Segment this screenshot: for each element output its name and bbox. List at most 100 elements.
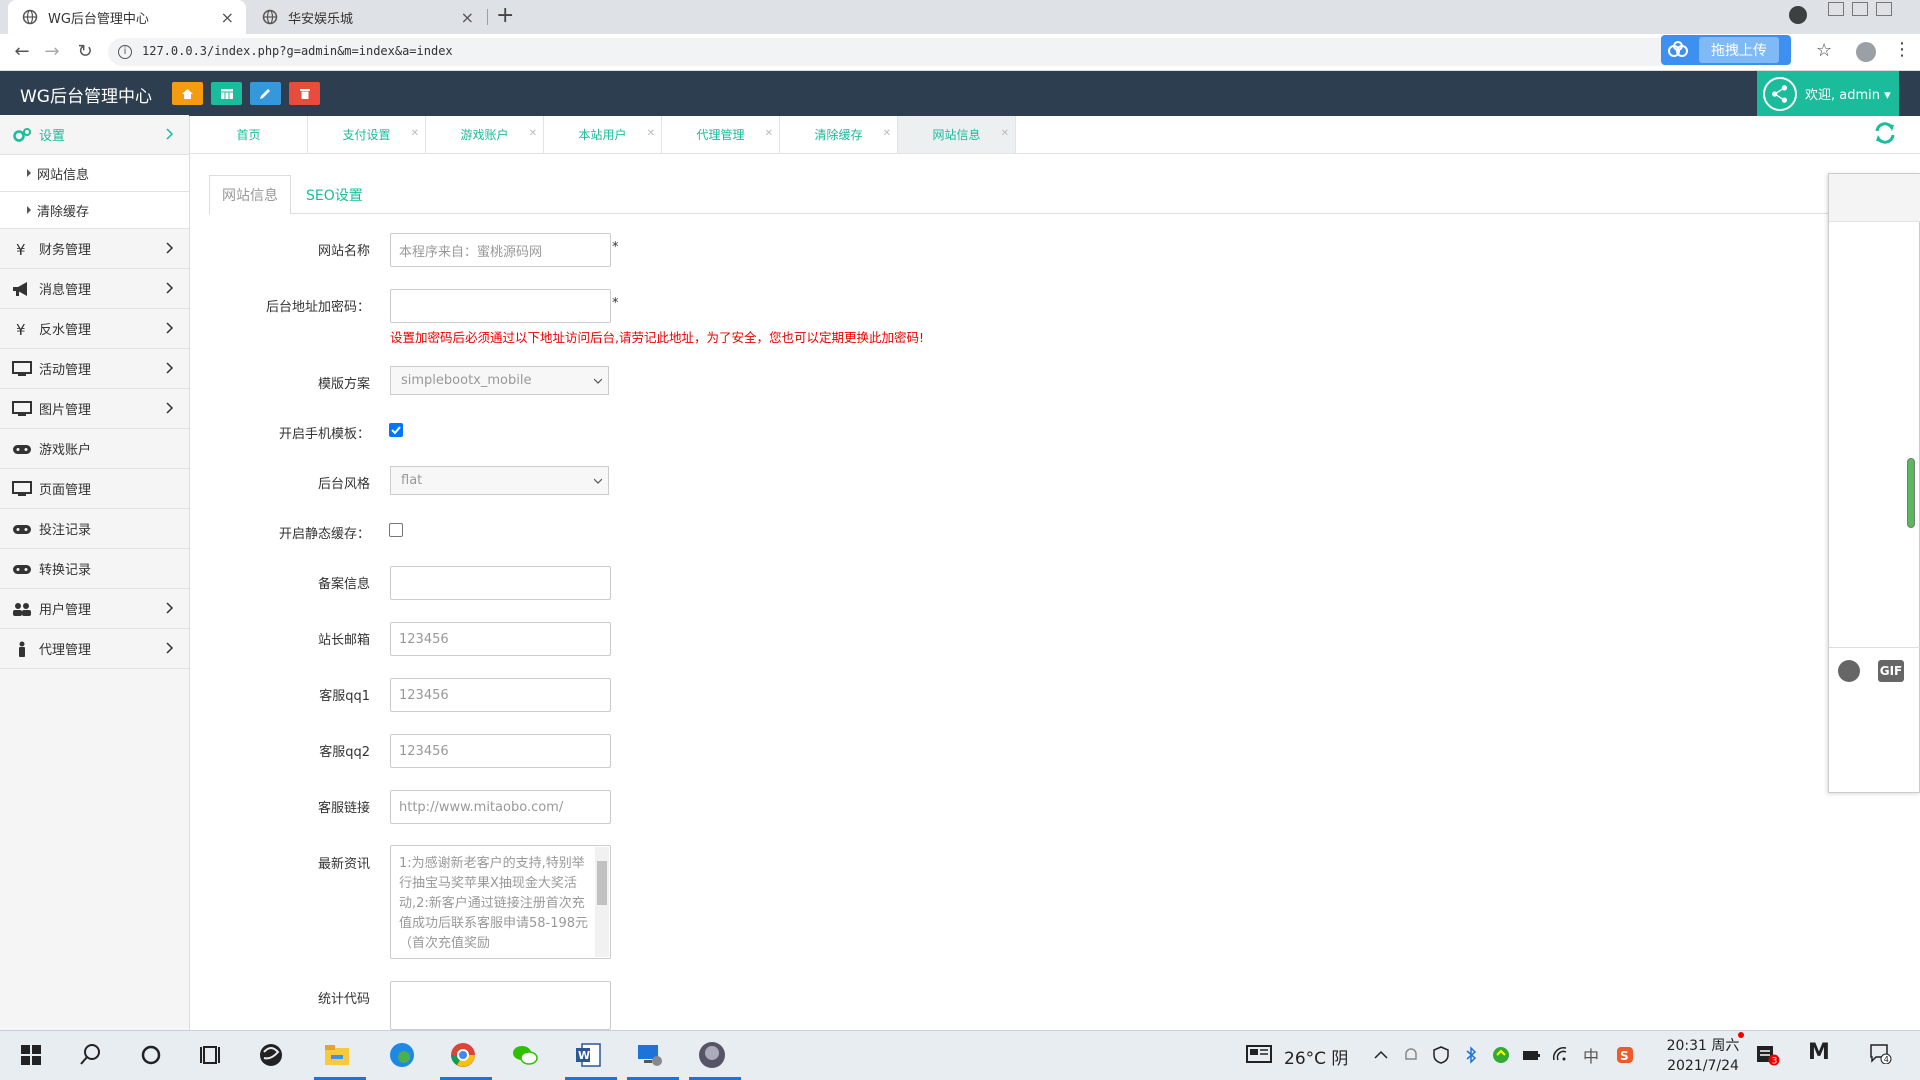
restore-icon[interactable] bbox=[1852, 2, 1868, 16]
sync-icon[interactable] bbox=[1492, 1046, 1510, 1064]
close-tab-icon[interactable]: ✕ bbox=[647, 128, 655, 139]
minimize-icon[interactable] bbox=[1828, 2, 1844, 16]
mail-badge-icon[interactable]: 3 bbox=[1756, 1044, 1780, 1066]
admin-style-select[interactable]: flat bbox=[390, 466, 609, 495]
shield-icon[interactable] bbox=[1432, 1046, 1450, 1064]
app-swirl-icon[interactable] bbox=[256, 1040, 286, 1070]
sidebar-item-agents[interactable]: 代理管理 bbox=[0, 629, 189, 669]
action-center-icon[interactable]: 4 bbox=[1870, 1044, 1892, 1064]
brand-title[interactable]: WG后台管理中心 bbox=[20, 82, 152, 107]
cortana-icon[interactable] bbox=[136, 1040, 166, 1070]
sogou-icon[interactable]: S bbox=[1616, 1046, 1634, 1064]
tab-site-info-form[interactable]: 网站信息 bbox=[209, 175, 291, 215]
sidebar-item-settings[interactable]: 设置 bbox=[0, 115, 189, 155]
sidebar-item-finance[interactable]: ¥ 财务管理 bbox=[0, 229, 189, 269]
browser-menu-icon[interactable]: ⋮ bbox=[1893, 39, 1911, 60]
wifi-icon[interactable] bbox=[1552, 1046, 1570, 1064]
new-tab-button[interactable]: + bbox=[496, 3, 514, 28]
admin-password-input[interactable] bbox=[390, 289, 611, 323]
qq2-input[interactable]: 123456 bbox=[390, 734, 611, 768]
user-menu[interactable]: 欢迎, admin ▾ bbox=[1757, 71, 1899, 116]
close-tab-icon[interactable]: × bbox=[461, 8, 474, 27]
word-icon[interactable]: W bbox=[573, 1040, 603, 1070]
file-explorer-icon[interactable] bbox=[322, 1040, 352, 1070]
search-icon[interactable] bbox=[76, 1040, 106, 1070]
bookmark-star-icon[interactable]: ☆ bbox=[1816, 40, 1832, 61]
edit-button[interactable] bbox=[250, 82, 281, 105]
close-tab-icon[interactable]: ✕ bbox=[883, 128, 891, 139]
profile-avatar-icon[interactable] bbox=[1856, 42, 1876, 62]
forward-arrow-icon[interactable]: → bbox=[42, 42, 62, 62]
mobile-template-checkbox[interactable] bbox=[389, 423, 403, 437]
email-input[interactable]: 123456 bbox=[390, 622, 611, 656]
sidebar-item-game-accounts[interactable]: 游戏账户 bbox=[0, 429, 189, 469]
window-close-icon[interactable] bbox=[1876, 2, 1892, 16]
site-name-input[interactable]: 本程序来自：蜜桃源码网 bbox=[390, 233, 611, 267]
tab-site-info[interactable]: 网站信息 ✕ bbox=[898, 116, 1016, 153]
static-cache-checkbox[interactable] bbox=[389, 523, 403, 537]
tab-home[interactable]: 首页 bbox=[190, 116, 308, 153]
close-tab-icon[interactable]: ✕ bbox=[529, 128, 537, 139]
sidebar-item-users[interactable]: 用户管理 bbox=[0, 589, 189, 629]
sidebar-item-bets[interactable]: 投注记录 bbox=[0, 509, 189, 549]
close-tab-icon[interactable]: × bbox=[221, 8, 234, 27]
scrollbar-thumb[interactable] bbox=[597, 861, 607, 905]
weather-text[interactable]: 26°C 阴 bbox=[1284, 1044, 1348, 1069]
sidebar-item-images[interactable]: 图片管理 bbox=[0, 389, 189, 429]
tab-clear-cache[interactable]: 清除缓存 ✕ bbox=[780, 116, 898, 153]
volume-slider[interactable] bbox=[1907, 458, 1915, 528]
calendar-button[interactable] bbox=[211, 82, 242, 105]
battery-icon[interactable] bbox=[1522, 1046, 1540, 1064]
sidebar-item-activities[interactable]: 活动管理 bbox=[0, 349, 189, 389]
wechat-icon[interactable] bbox=[510, 1040, 540, 1070]
stats-code-input[interactable] bbox=[390, 981, 611, 1030]
bluetooth-icon[interactable] bbox=[1462, 1046, 1480, 1064]
news-textarea[interactable]: 1:为感谢新老客户的支持,特别举行抽宝马奖苹果X抽现金大奖活动,2:新客户通过链… bbox=[390, 845, 611, 959]
chrome-icon[interactable] bbox=[448, 1040, 478, 1070]
back-arrow-icon[interactable]: ← bbox=[12, 42, 32, 62]
tab-payment-settings[interactable]: 支付设置 ✕ bbox=[308, 116, 426, 153]
home-button[interactable] bbox=[172, 82, 203, 105]
textarea-scrollbar[interactable] bbox=[595, 847, 609, 957]
edge-icon[interactable] bbox=[387, 1040, 417, 1070]
reload-icon[interactable]: ↻ bbox=[75, 42, 95, 62]
sidebar-item-messages[interactable]: 消息管理 bbox=[0, 269, 189, 309]
sidebar-item-pages[interactable]: 页面管理 bbox=[0, 469, 189, 509]
app-avatar-icon[interactable] bbox=[697, 1040, 727, 1070]
browser-tab[interactable]: 华安娱乐城 × bbox=[248, 0, 486, 34]
icp-input[interactable] bbox=[390, 566, 611, 600]
service-link-input[interactable]: http://www.mitaobo.com/ bbox=[390, 790, 611, 824]
browser-tab-active[interactable]: WG后台管理中心 × bbox=[8, 0, 246, 34]
tab-game-accounts[interactable]: 游戏账户 ✕ bbox=[426, 116, 544, 153]
gif-icon[interactable]: GIF bbox=[1878, 660, 1904, 682]
bell-icon[interactable] bbox=[1402, 1046, 1420, 1064]
clock[interactable]: 20:31 周六 2021/7/24 bbox=[1658, 1036, 1748, 1076]
task-view-icon[interactable] bbox=[196, 1040, 226, 1070]
delete-button[interactable] bbox=[289, 82, 320, 105]
refresh-icon[interactable] bbox=[1873, 121, 1897, 145]
emoji-icon[interactable] bbox=[1838, 660, 1860, 682]
sidebar-subitem-clear-cache[interactable]: 清除缓存 bbox=[0, 192, 189, 229]
close-tab-icon[interactable]: ✕ bbox=[765, 128, 773, 139]
tab-site-users[interactable]: 本站用户 ✕ bbox=[544, 116, 662, 153]
tab-seo-settings[interactable]: SEO设置 bbox=[294, 175, 375, 215]
caret-right-icon bbox=[27, 206, 31, 214]
close-tab-icon[interactable]: ✕ bbox=[411, 128, 419, 139]
chevron-up-icon[interactable] bbox=[1372, 1046, 1390, 1064]
sidebar-item-transfers[interactable]: 转换记录 bbox=[0, 549, 189, 589]
ime-indicator[interactable]: 中 bbox=[1583, 1043, 1599, 1067]
info-icon[interactable]: i bbox=[118, 45, 132, 59]
upload-extension-button[interactable]: 拖拽上传 bbox=[1661, 35, 1791, 65]
close-tab-icon[interactable]: ✕ bbox=[1001, 128, 1009, 139]
ml-app-icon[interactable]: M bbox=[1808, 1040, 1830, 1065]
tab-search-icon[interactable] bbox=[1789, 6, 1807, 24]
tab-agents[interactable]: 代理管理 ✕ bbox=[662, 116, 780, 153]
windows-start-icon[interactable] bbox=[16, 1040, 46, 1070]
template-select[interactable]: simplebootx_mobile bbox=[390, 366, 609, 395]
url-text[interactable]: 127.0.0.3/index.php?g=admin&m=index&a=in… bbox=[142, 44, 453, 58]
qq1-input[interactable]: 123456 bbox=[390, 678, 611, 712]
weather-widget-icon[interactable] bbox=[1246, 1043, 1272, 1065]
sidebar-subitem-site-info[interactable]: 网站信息 bbox=[0, 155, 189, 192]
sidebar-item-rebate[interactable]: ¥ 反水管理 bbox=[0, 309, 189, 349]
remote-desktop-icon[interactable] bbox=[635, 1040, 665, 1070]
